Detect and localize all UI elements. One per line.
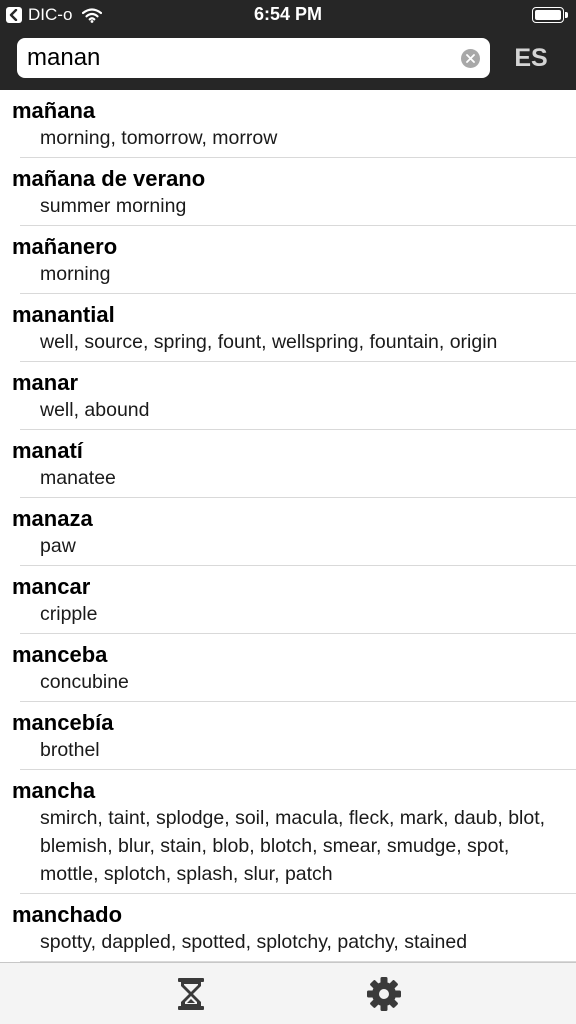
search-box <box>17 38 490 78</box>
headword: manaza <box>12 506 93 531</box>
battery-icon <box>532 7 568 23</box>
status-time: 6:54 PM <box>253 4 323 24</box>
list-item[interactable]: mancha smirch, taint, splodge, soil, mac… <box>0 770 576 894</box>
translation: brothel <box>40 739 100 761</box>
translation: spotty, dappled, spotted, splotchy, patc… <box>40 931 468 953</box>
headword: manar <box>12 370 79 395</box>
headword: manceba <box>12 642 108 667</box>
headword: manatí <box>12 438 83 463</box>
headword: mancha <box>12 778 96 803</box>
translation: smirch, taint, splodge, soil, macula, fl… <box>40 807 546 885</box>
translation: well, abound <box>40 399 150 421</box>
headword: mancebía <box>12 710 114 735</box>
headword: mañana <box>12 98 96 123</box>
translation: manatee <box>40 467 116 489</box>
list-item[interactable]: mañana de verano summer morning <box>0 158 576 226</box>
status-bar: DIC-o 6:54 PM <box>0 0 576 32</box>
app-screen: DIC-o 6:54 PM ES <box>0 0 576 1024</box>
list-item[interactable]: manatí manatee <box>0 430 576 498</box>
tab-bar <box>0 962 576 1024</box>
list-item[interactable]: manceba concubine <box>0 634 576 702</box>
gear-icon[interactable] <box>366 976 402 1012</box>
headword: mañanero <box>12 234 118 259</box>
list-item[interactable]: manchado spotty, dappled, spotted, splot… <box>0 894 576 962</box>
list-item[interactable]: mañana morning, tomorrow, morrow <box>0 90 576 158</box>
headword: mancar <box>12 574 91 599</box>
language-toggle-button[interactable]: ES <box>500 32 562 84</box>
list-item[interactable]: mancar cripple <box>0 566 576 634</box>
translation: well, source, spring, fount, wellspring,… <box>40 331 498 353</box>
translation: cripple <box>40 603 98 625</box>
list-item[interactable]: mañanero morning <box>0 226 576 294</box>
list-item[interactable]: manantial well, source, spring, fount, w… <box>0 294 576 362</box>
headword: manchado <box>12 902 123 927</box>
list-item[interactable]: manar well, abound <box>0 362 576 430</box>
hourglass-icon[interactable] <box>176 977 206 1011</box>
translation: paw <box>40 535 76 557</box>
results-list[interactable]: mañana morning, tomorrow, morrow mañana … <box>0 90 576 962</box>
search-header: ES <box>0 32 576 90</box>
search-input[interactable] <box>27 38 452 78</box>
translation: concubine <box>40 671 129 693</box>
headword: mañana de verano <box>12 166 206 191</box>
translation: summer morning <box>40 195 187 217</box>
translation: morning <box>40 263 111 285</box>
translation: morning, tomorrow, morrow <box>40 127 278 149</box>
headword: manantial <box>12 302 115 327</box>
list-item[interactable]: mancebía brothel <box>0 702 576 770</box>
clear-icon[interactable] <box>461 49 480 68</box>
list-item[interactable]: manaza paw <box>0 498 576 566</box>
